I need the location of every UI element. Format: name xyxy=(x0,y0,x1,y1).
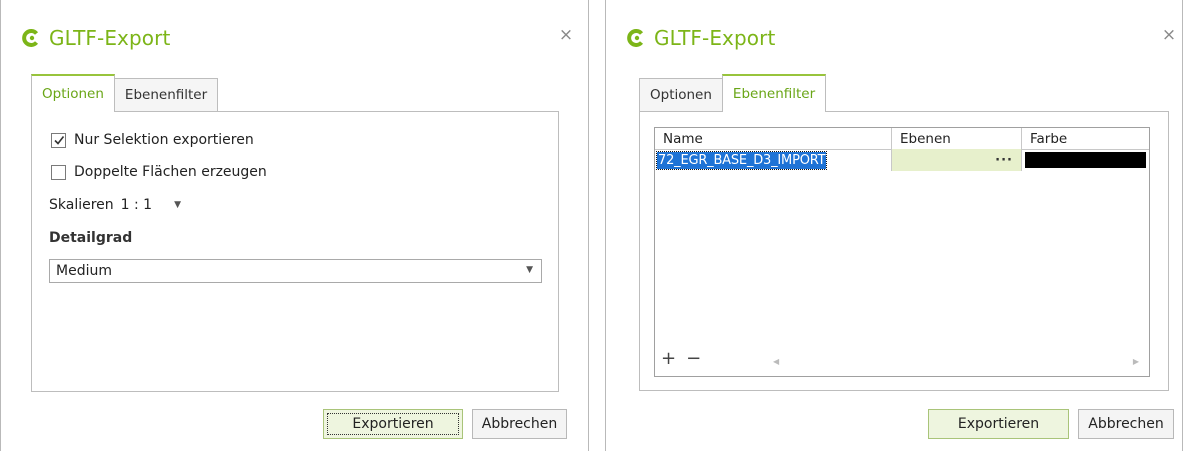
tab-bar: Optionen Ebenenfilter xyxy=(639,74,827,112)
options-panel: Nur Selektion exportieren Doppelte Fläch… xyxy=(31,111,559,392)
cancel-button[interactable]: Abbrechen xyxy=(1078,409,1174,439)
close-icon[interactable]: × xyxy=(1160,26,1178,44)
layer-filter-panel: Name Ebenen Farbe 72_EGR_BASE_D3_IMPORT … xyxy=(639,111,1169,391)
close-icon[interactable]: × xyxy=(557,26,575,44)
double-faces-checkbox[interactable] xyxy=(51,164,66,180)
tab-optionen[interactable]: Optionen xyxy=(31,74,115,112)
layer-levels-cell[interactable]: ··· xyxy=(892,149,1022,171)
detail-level-value: Medium xyxy=(56,263,112,279)
export-selection-checkbox[interactable] xyxy=(51,132,66,148)
dialog-title-bar: GLTF-Export xyxy=(21,24,170,52)
dialog-title: GLTF-Export xyxy=(49,26,171,50)
double-faces-label: Doppelte Flächen erzeugen xyxy=(74,164,267,180)
export-selection-option[interactable]: Nur Selektion exportieren xyxy=(51,132,254,148)
grid-header: Name Ebenen Farbe xyxy=(655,128,1149,150)
column-header-color[interactable]: Farbe xyxy=(1022,128,1149,149)
tab-ebenenfilter[interactable]: Ebenenfilter xyxy=(721,74,827,112)
scale-value: 1 : 1 xyxy=(120,197,153,213)
check-icon xyxy=(53,136,64,145)
remove-row-button[interactable]: − xyxy=(686,350,701,368)
tab-ebenenfilter[interactable]: Ebenenfilter xyxy=(113,78,219,111)
export-button[interactable]: Exportieren xyxy=(928,409,1069,439)
scale-dropdown[interactable]: Skalieren 1 : 1 ▼ xyxy=(49,197,181,213)
double-faces-option[interactable]: Doppelte Flächen erzeugen xyxy=(51,164,267,180)
gltf-export-dialog-options: GLTF-Export × Optionen Ebenenfilter Nur … xyxy=(0,0,589,451)
table-row[interactable]: 72_EGR_BASE_D3_IMPORT ··· xyxy=(655,149,1149,171)
scale-label: Skalieren xyxy=(49,197,114,213)
ellipsis-icon[interactable]: ··· xyxy=(995,153,1013,168)
add-row-button[interactable]: + xyxy=(661,350,676,368)
scroll-left-icon[interactable]: ◀ xyxy=(773,357,779,366)
grid-footer: + − xyxy=(661,350,701,368)
dialog-title: GLTF-Export xyxy=(654,26,776,50)
chevron-down-icon[interactable]: ▼ xyxy=(174,200,181,210)
color-swatch[interactable] xyxy=(1025,152,1146,168)
detail-heading: Detailgrad xyxy=(49,230,133,246)
dialog-title-bar: GLTF-Export xyxy=(626,24,775,52)
tab-optionen[interactable]: Optionen xyxy=(639,78,723,111)
tab-bar: Optionen Ebenenfilter xyxy=(31,74,219,112)
brand-c-logo-icon xyxy=(627,29,644,47)
layer-name: 72_EGR_BASE_D3_IMPORT xyxy=(655,150,828,170)
export-selection-label: Nur Selektion exportieren xyxy=(74,132,254,148)
layer-grid: Name Ebenen Farbe 72_EGR_BASE_D3_IMPORT … xyxy=(654,127,1150,377)
gltf-export-dialog-layer-filter: GLTF-Export × Optionen Ebenenfilter Name… xyxy=(605,0,1183,451)
layer-name-cell[interactable]: 72_EGR_BASE_D3_IMPORT xyxy=(655,149,892,171)
detail-level-select[interactable]: Medium ▼ xyxy=(49,259,542,283)
column-header-name[interactable]: Name xyxy=(655,128,892,149)
column-header-levels[interactable]: Ebenen xyxy=(892,128,1022,149)
brand-c-logo-icon xyxy=(22,29,39,47)
scroll-right-icon[interactable]: ▶ xyxy=(1133,357,1139,366)
chevron-down-icon[interactable]: ▼ xyxy=(526,265,533,275)
layer-color-cell[interactable] xyxy=(1022,149,1149,171)
cancel-button[interactable]: Abbrechen xyxy=(472,409,567,439)
export-button[interactable]: Exportieren xyxy=(323,409,463,439)
